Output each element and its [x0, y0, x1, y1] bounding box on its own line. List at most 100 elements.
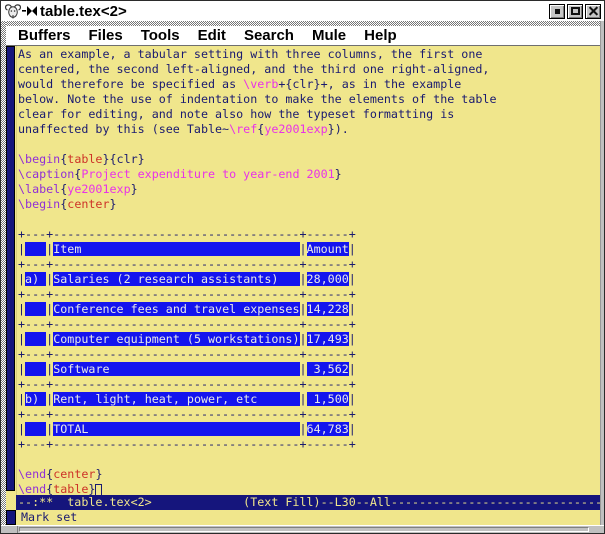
titlebar[interactable]: table.tex<2>	[1, 1, 604, 21]
buffer-line: would therefore be specified as \verb+{c…	[18, 77, 600, 92]
buffer-line	[18, 452, 600, 467]
small-square-icon	[555, 9, 560, 14]
close-button[interactable]	[585, 4, 601, 19]
table-separator: |	[300, 332, 307, 346]
gnu-head-icon	[4, 3, 22, 19]
menu-item-files[interactable]: Files	[89, 26, 123, 45]
table-cell	[25, 362, 46, 376]
table-cell: Amount	[307, 242, 349, 256]
table-cell: Rent, light, heat, power, etc	[53, 392, 299, 406]
table-cell: 28,000	[307, 272, 349, 286]
frame-content: Buffers Files Tools Edit Search Mule Help As a…	[6, 21, 600, 525]
text-segment: }	[131, 182, 138, 196]
minibuffer-message[interactable]: Mark set	[16, 510, 600, 525]
bottom-resize-strip	[1, 525, 604, 533]
table-separator: |	[18, 422, 25, 436]
table-separator: |	[18, 302, 25, 316]
table-border: +---+-----------------------------------…	[18, 317, 356, 331]
text-segment: center	[53, 467, 95, 481]
table-border: +---+-----------------------------------…	[18, 407, 356, 421]
scrollbar-track[interactable]	[6, 46, 17, 495]
minibuffer-row: Mark set	[6, 510, 600, 525]
text-segment: below. Note the use of indentation to ma…	[18, 92, 496, 106]
buffer-line: +---+-----------------------------------…	[18, 437, 600, 452]
table-cell	[25, 242, 46, 256]
text-segment: }	[88, 482, 95, 495]
text-segment: }	[335, 167, 342, 181]
modeline[interactable]: --:** table.tex<2> (Text Fill)--L30--All…	[16, 495, 600, 510]
minimize-button[interactable]	[549, 4, 565, 19]
buffer-line: | |Computer equipment (5 workstations)|1…	[18, 332, 600, 347]
table-separator: |	[18, 392, 25, 406]
table-cell: a)	[25, 272, 46, 286]
buffer-line: below. Note the use of indentation to ma…	[18, 92, 600, 107]
table-cell	[25, 302, 46, 316]
table-separator: |	[349, 272, 356, 286]
menubar: Buffers Files Tools Edit Search Mule Help	[6, 26, 600, 46]
buffer-line: |a) |Salaries (2 research assistants) |2…	[18, 272, 600, 287]
buffer-line: +---+-----------------------------------…	[18, 257, 600, 272]
table-separator: |	[349, 362, 356, 376]
menu-item-help[interactable]: Help	[364, 26, 397, 45]
menu-item-buffers[interactable]: Buffers	[18, 26, 71, 45]
window-title: table.tex<2>	[40, 3, 127, 20]
table-cell: 64,783	[307, 422, 349, 436]
table-separator: |	[300, 272, 307, 286]
buffer-line: \end{table}	[18, 482, 600, 495]
text-segment: table	[67, 152, 102, 166]
table-border: +---+-----------------------------------…	[18, 227, 356, 241]
text-segment: \caption	[18, 167, 74, 181]
table-cell: 17,493	[307, 332, 349, 346]
buffer-line: | |Item |Amount|	[18, 242, 600, 257]
buffer-line: | |Conference fees and travel expenses|1…	[18, 302, 600, 317]
table-cell: Salaries (2 research assistants)	[53, 272, 299, 286]
scrollbar-thumb[interactable]	[6, 46, 15, 491]
buffer-line: | |Software | 3,562|	[18, 362, 600, 377]
table-border: +---+-----------------------------------…	[18, 347, 356, 361]
buffer-line: \begin{table}{clr}	[18, 152, 600, 167]
buffer-line: +---+-----------------------------------…	[18, 317, 600, 332]
table-cell: Conference fees and travel expenses	[53, 302, 299, 316]
text-segment: would therefore be specified as	[18, 77, 243, 91]
buffer-line: +---+-----------------------------------…	[18, 377, 600, 392]
table-separator: |	[349, 332, 356, 346]
buffer-line	[18, 212, 600, 227]
menu-item-tools[interactable]: Tools	[141, 26, 180, 45]
table-cell: Software	[53, 362, 299, 376]
buffer-text[interactable]: As an example, a tabular setting with th…	[17, 46, 600, 495]
text-segment: As an example, a tabular setting with th…	[18, 47, 482, 61]
text-segment: \begin	[18, 197, 60, 211]
menu-item-mule[interactable]: Mule	[312, 26, 346, 45]
text-segment: unaffected by this (see Table~	[18, 122, 229, 136]
table-separator: |	[300, 422, 307, 436]
buffer-line: \end{center}	[18, 467, 600, 482]
frame-edge-right	[600, 21, 604, 525]
text-segment: \end	[18, 467, 46, 481]
buffer-line	[18, 137, 600, 152]
maximize-button[interactable]	[567, 4, 583, 19]
buffer-line: +---+-----------------------------------…	[18, 287, 600, 302]
table-cell: 3,562	[307, 362, 349, 376]
table-cell: 14,228	[307, 302, 349, 316]
menu-item-search[interactable]: Search	[244, 26, 294, 45]
table-border: +---+-----------------------------------…	[18, 287, 356, 301]
window-buttons	[549, 4, 601, 19]
table-cell	[25, 332, 46, 346]
text-segment: table	[53, 482, 88, 495]
dash-bowtie-icon	[22, 6, 38, 16]
text-segment: ye2001exp	[67, 182, 130, 196]
buffer-line: +---+-----------------------------------…	[18, 347, 600, 362]
table-separator: |	[300, 302, 307, 316]
table-cell: b)	[25, 392, 46, 406]
table-separator: |	[349, 242, 356, 256]
text-segment: centered, the second left-aligned, and t…	[18, 62, 489, 76]
buffer-line: \caption{Project expenditure to year-end…	[18, 167, 600, 182]
text-segment: center	[67, 197, 109, 211]
buffer-line: clear for editing, and note also how the…	[18, 107, 600, 122]
resize-notch	[17, 526, 18, 533]
buffer-window: As an example, a tabular setting with th…	[6, 46, 600, 495]
table-separator: |	[349, 422, 356, 436]
table-border: +---+-----------------------------------…	[18, 377, 356, 391]
menu-item-edit[interactable]: Edit	[198, 26, 226, 45]
text-segment: \begin	[18, 152, 60, 166]
